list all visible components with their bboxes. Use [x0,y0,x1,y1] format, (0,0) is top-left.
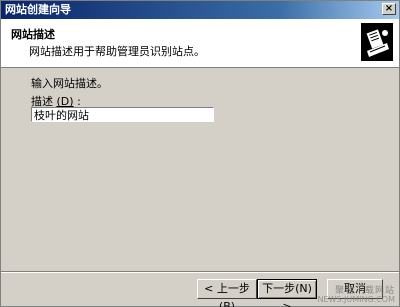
wizard-window: 网站创建向导 × 网站描述 网站描述用于帮助管理员识别站点。 输入网站描述。 描… [0,0,400,307]
cancel-button[interactable]: 取消 [327,279,383,299]
close-button[interactable]: × [382,3,396,15]
window-title: 网站创建向导 [5,3,71,16]
back-button[interactable]: < 上一步(B) [197,279,257,307]
wizard-icon [361,23,393,61]
close-icon: × [384,3,394,14]
wizard-header: 网站描述 网站描述用于帮助管理员识别站点。 [1,19,399,68]
header-description: 网站描述用于帮助管理员识别站点。 [29,45,205,58]
body-prompt: 输入网站描述。 [31,77,108,90]
title-bar[interactable]: 网站创建向导 × [1,1,399,19]
description-input[interactable] [31,107,214,122]
footer-separator [1,271,399,273]
next-button[interactable]: 下一步(N) > [257,279,317,307]
header-title: 网站描述 [11,28,55,41]
